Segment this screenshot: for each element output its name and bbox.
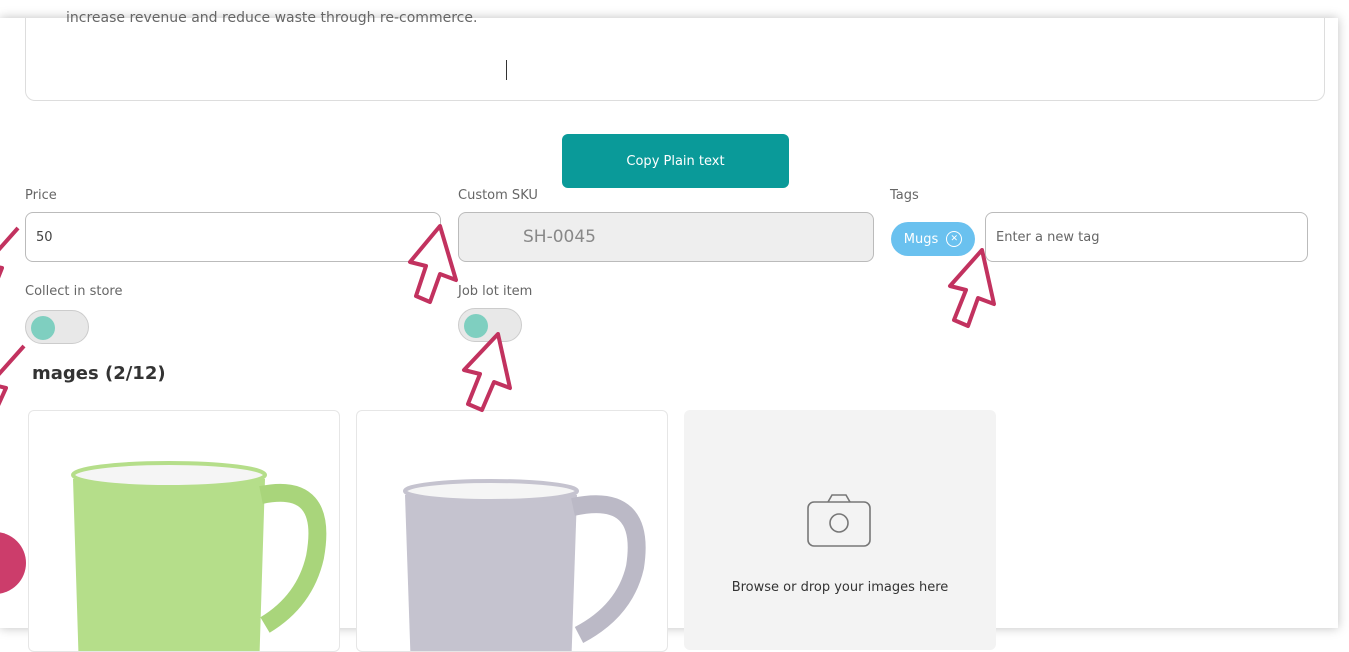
hand-cursor-icon: [948, 248, 996, 328]
upload-instructions: Browse or drop your images here: [731, 580, 949, 595]
green-mug-image: [71, 461, 327, 651]
sku-value: SH-0045: [523, 227, 596, 247]
grey-mug-image: [403, 479, 646, 651]
tags-label: Tags: [890, 188, 919, 203]
price-input[interactable]: 50: [25, 212, 441, 262]
new-tag-input[interactable]: Enter a new tag: [985, 212, 1308, 262]
hand-cursor-icon: [408, 224, 458, 304]
sku-input: SH-0045: [458, 212, 874, 262]
collect-in-store-toggle[interactable]: [25, 310, 89, 344]
image-upload-dropzone[interactable]: Browse or drop your images here: [684, 410, 996, 650]
text-caret: [506, 60, 507, 80]
price-value: 50: [36, 229, 53, 245]
image-card-green-mug[interactable]: [28, 410, 340, 652]
price-label: Price: [25, 188, 57, 203]
toggle-knob: [31, 316, 55, 340]
hand-cursor-icon: [0, 344, 26, 407]
images-heading: mages (2/12): [32, 363, 166, 384]
image-card-grey-mug[interactable]: [356, 410, 668, 652]
sku-label: Custom SKU: [458, 188, 538, 203]
hand-cursor-icon: [0, 226, 20, 279]
camera-icon: [807, 494, 871, 547]
collect-in-store-label: Collect in store: [25, 284, 123, 299]
copy-plain-text-button[interactable]: Copy Plain text: [562, 134, 789, 188]
description-textarea[interactable]: increase revenue and reduce waste throug…: [25, 10, 1325, 101]
new-tag-placeholder: Enter a new tag: [996, 229, 1100, 245]
description-text: increase revenue and reduce waste throug…: [66, 10, 478, 26]
hand-cursor-icon: [462, 332, 512, 412]
form-panel: increase revenue and reduce waste throug…: [0, 10, 1338, 652]
